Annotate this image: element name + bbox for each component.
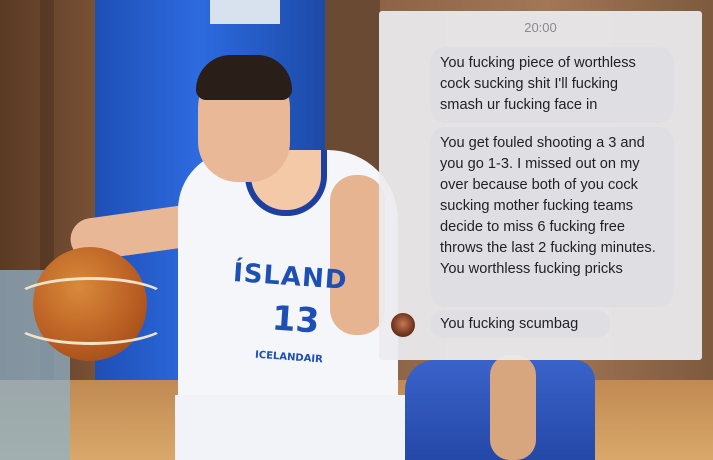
chat-screenshot-overlay: 20:00 You fucking piece of worthless coc… [379, 11, 702, 360]
player-hair [196, 55, 292, 100]
player-arm-right [330, 175, 385, 335]
basketball [13, 247, 169, 361]
opponent-arm [490, 355, 536, 460]
banner-top [210, 0, 280, 24]
message-bubble: You get fouled shooting a 3 and you go 1… [430, 127, 674, 307]
player-shorts [175, 395, 405, 460]
ball-seam [13, 299, 169, 345]
message-bubble: You fucking scumbag [430, 310, 610, 338]
sender-avatar-icon [391, 313, 415, 337]
message-bubble: You fucking piece of worthless cock suck… [430, 47, 674, 123]
message-timestamp: 20:00 [524, 20, 557, 35]
jersey-number: 13 [270, 298, 321, 342]
